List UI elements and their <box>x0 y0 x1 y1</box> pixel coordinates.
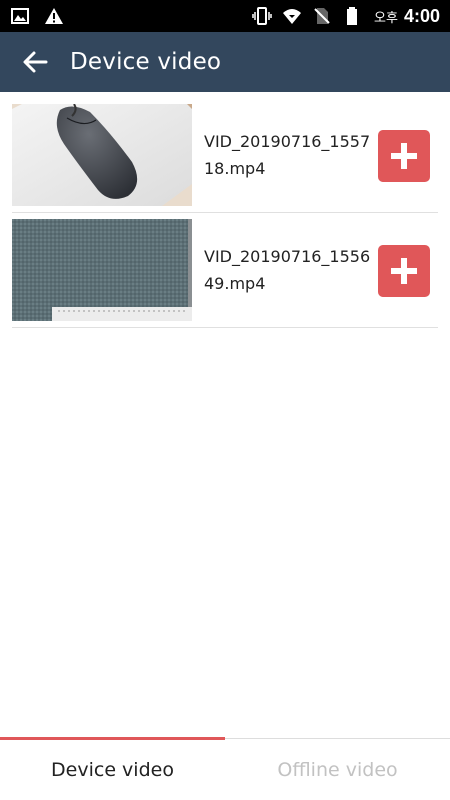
add-video-button[interactable] <box>378 245 430 297</box>
back-button[interactable] <box>0 32 70 92</box>
wifi-icon <box>282 6 302 26</box>
status-right: 오후 4:00 <box>252 6 440 27</box>
list-item[interactable]: VID_20190716_155718.mp4 <box>12 98 438 213</box>
status-bar: 오후 4:00 <box>0 0 450 32</box>
list-item[interactable]: VID_20190716_155649.mp4 <box>12 213 438 328</box>
video-name: VID_20190716_155649.mp4 <box>204 247 371 293</box>
warning-icon <box>44 6 64 26</box>
video-list: VID_20190716_155718.mp4 VID_20190716_155… <box>12 98 438 328</box>
video-thumbnail[interactable] <box>12 219 192 321</box>
battery-icon <box>342 6 362 26</box>
tab-device-video[interactable]: Device video <box>0 737 225 800</box>
video-thumbnail[interactable] <box>12 104 192 206</box>
vibrate-icon <box>252 6 272 26</box>
active-tab-indicator <box>0 737 225 740</box>
status-ampm: 오후 <box>374 10 398 26</box>
no-sim-icon <box>312 6 332 26</box>
tab-label: Device video <box>51 758 174 781</box>
app-bar: Device video <box>0 32 450 92</box>
plus-icon <box>391 258 417 284</box>
image-icon <box>10 6 30 26</box>
status-left <box>10 6 64 26</box>
plus-icon <box>391 143 417 169</box>
status-time: 4:00 <box>403 5 440 26</box>
add-video-button[interactable] <box>378 130 430 182</box>
bottom-tab-bar: Device video Offline video <box>0 737 450 800</box>
tab-offline-video[interactable]: Offline video <box>225 739 450 800</box>
tab-label: Offline video <box>277 758 398 781</box>
back-arrow-icon <box>23 51 48 73</box>
video-name: VID_20190716_155718.mp4 <box>204 132 371 178</box>
page-title: Device video <box>70 49 222 75</box>
